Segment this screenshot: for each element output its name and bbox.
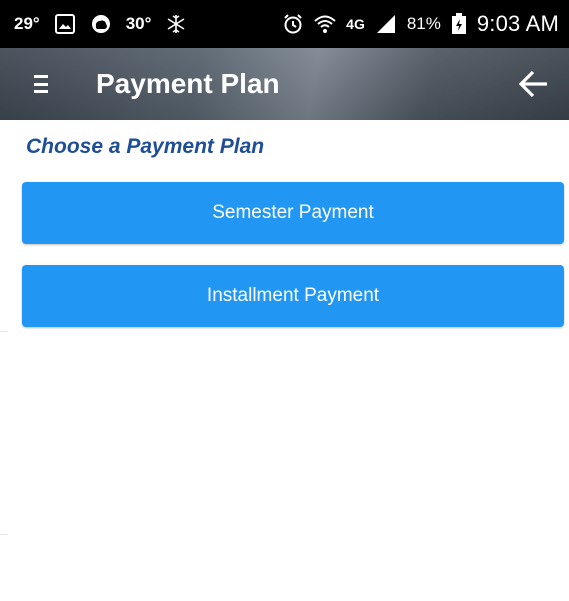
menu-icon-line [34, 90, 48, 93]
app-bar: Payment Plan [0, 48, 569, 120]
divider [0, 534, 8, 535]
weather-icon [90, 13, 112, 35]
menu-icon-line [34, 75, 48, 78]
image-icon [54, 13, 76, 35]
semester-payment-button[interactable]: Semester Payment [22, 182, 564, 244]
payment-plan-content: Choose a Payment Plan Semester Payment I… [0, 120, 569, 331]
installment-payment-button[interactable]: Installment Payment [22, 265, 564, 327]
status-bar-left: 29° 30° [14, 13, 187, 35]
screen: 29° 30° 4G 81% 9:03 AM Payment Plan Choo… [0, 0, 569, 601]
clock: 9:03 AM [476, 11, 559, 36]
battery-charging-icon [451, 13, 467, 35]
battery-percent: 81% [406, 14, 441, 33]
menu-icon-line [34, 82, 48, 86]
divider [0, 331, 8, 332]
wifi-icon [314, 13, 336, 35]
page-title: Payment Plan [96, 68, 280, 99]
signal-icon [375, 13, 397, 35]
status-bar: 29° 30° 4G 81% 9:03 AM [0, 0, 569, 48]
status-bar-right: 4G 81% 9:03 AM [282, 11, 559, 37]
temperature-right: 30° [125, 14, 152, 33]
snowflake-icon [165, 13, 187, 35]
network-type: 4G [346, 16, 365, 32]
temperature-left: 29° [14, 14, 40, 33]
menu-icon[interactable] [34, 75, 50, 93]
section-heading: Choose a Payment Plan [26, 135, 265, 158]
alarm-icon [282, 13, 304, 35]
back-arrow-icon[interactable] [517, 67, 551, 101]
